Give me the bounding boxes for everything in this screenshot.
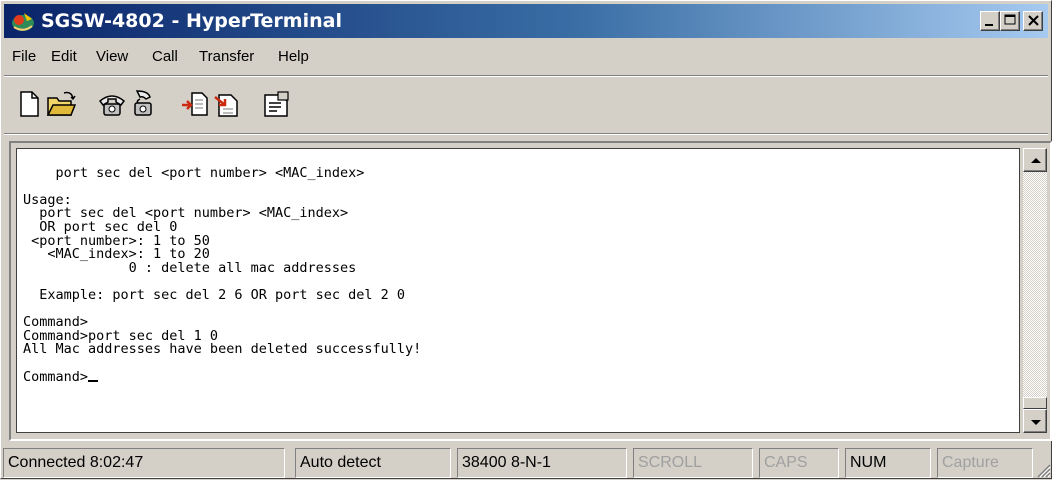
menu-bar: File Edit View Call Transfer Help <box>4 41 1048 73</box>
close-icon <box>1028 15 1039 26</box>
toolbar-separator <box>4 133 1048 135</box>
arrow-down-icon <box>1031 420 1041 425</box>
menu-edit[interactable]: Edit <box>51 48 77 65</box>
terminal-prompt: Command> <box>23 368 89 385</box>
new-document-icon <box>20 91 39 117</box>
menu-view[interactable]: View <box>96 48 128 65</box>
send-file-icon <box>182 92 208 116</box>
receive-button[interactable] <box>211 89 241 119</box>
title-bar[interactable]: SGSW-4802 - HyperTerminal <box>4 4 1048 38</box>
caps-lock-indicator: CAPS <box>759 448 839 478</box>
call-button[interactable] <box>97 89 127 119</box>
maximize-icon <box>1004 14 1016 25</box>
toolbar <box>4 77 1048 129</box>
window-title: SGSW-4802 - HyperTerminal <box>41 10 342 32</box>
connection-status: Connected 8:02:47 <box>3 448 285 478</box>
hyperterminal-window: SGSW-4802 - HyperTerminal File Edit View… <box>0 0 1052 479</box>
open-button[interactable] <box>46 89 76 119</box>
send-button[interactable] <box>180 89 210 119</box>
arrow-up-icon <box>1031 158 1041 163</box>
status-bar: Connected 8:02:47 Auto detect 38400 8-N-… <box>1 445 1052 480</box>
scroll-down-button[interactable] <box>1023 409 1047 433</box>
call-phone-icon <box>98 95 126 116</box>
close-button[interactable] <box>1023 11 1043 31</box>
scrollbar-thumb[interactable] <box>1023 397 1047 409</box>
properties-button[interactable] <box>261 89 291 119</box>
terminal-line: 0 : delete all mac addresses <box>23 259 357 276</box>
scrollbar-track[interactable] <box>1023 172 1047 397</box>
capture-indicator: Capture <box>937 448 1033 478</box>
hyperterminal-app-icon <box>12 13 34 31</box>
menu-file[interactable]: File <box>12 48 36 65</box>
new-connection-button[interactable] <box>14 89 44 119</box>
port-settings-status: 38400 8-N-1 <box>457 448 627 478</box>
num-lock-indicator: NUM <box>845 448 931 478</box>
terminal-screen[interactable]: port sec del <port number> <MAC_index> U… <box>16 148 1020 433</box>
menu-call[interactable]: Call <box>152 48 178 65</box>
terminal-line: port sec del <port number> <MAC_index> <box>23 164 365 181</box>
emulation-status: Auto detect <box>295 448 451 478</box>
disconnect-button[interactable] <box>128 89 158 119</box>
terminal-output: port sec del <port number> <MAC_index> U… <box>23 153 421 384</box>
scroll-lock-indicator: SCROLL <box>633 448 753 478</box>
terminal-line: All Mac addresses have been deleted succ… <box>23 341 422 358</box>
scroll-up-button[interactable] <box>1023 148 1047 172</box>
minimize-icon <box>985 24 993 26</box>
text-cursor <box>88 379 99 382</box>
menu-transfer[interactable]: Transfer <box>199 48 254 65</box>
disconnect-phone-icon <box>134 90 152 116</box>
menu-help[interactable]: Help <box>278 48 309 65</box>
terminal-line: Example: port sec del 2 6 OR port sec de… <box>23 286 406 303</box>
minimize-button[interactable] <box>980 11 1000 31</box>
resize-grip-icon[interactable] <box>1037 464 1051 478</box>
vertical-scrollbar[interactable] <box>1023 148 1047 433</box>
receive-file-icon <box>214 94 238 117</box>
maximize-button[interactable] <box>1000 11 1020 31</box>
open-folder-icon <box>46 91 76 116</box>
terminal-frame: port sec del <port number> <MAC_index> U… <box>9 141 1052 441</box>
properties-icon <box>264 91 289 117</box>
